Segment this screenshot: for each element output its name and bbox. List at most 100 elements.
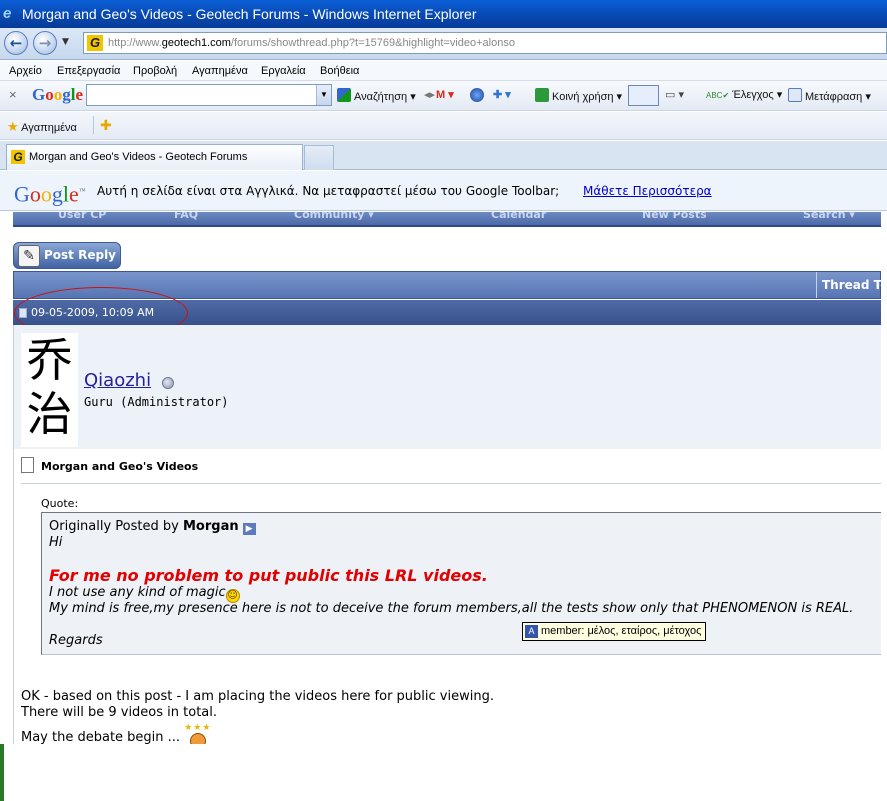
tooltip-translate-icon: A	[525, 625, 538, 638]
spellcheck-label: Έλεγχος	[732, 89, 774, 101]
window-options-icon[interactable]: ▭ ▾	[665, 88, 684, 101]
quote-mind: My mind is free,my presence here is not …	[49, 601, 854, 616]
quote-highlight: For me no problem to put public this LRL…	[49, 566, 488, 585]
ie-logo-icon: e	[3, 5, 12, 22]
site-favicon-icon: G	[87, 35, 103, 51]
nav-new-posts[interactable]: New Posts	[642, 212, 707, 220]
url-prefix: http://www.	[108, 37, 162, 49]
page-content: User CP FAQ Community ▾ Calendar New Pos…	[0, 212, 881, 744]
url-path: /forums/showthread.php?t=15769&highlight…	[230, 37, 515, 49]
page-options-icon[interactable]	[628, 85, 659, 106]
close-toolbar-icon[interactable]: ×	[9, 87, 17, 102]
online-status-icon	[162, 377, 174, 389]
translate-message: Αυτή η σελίδα είναι στα Αγγλικά. Να μετα…	[97, 184, 560, 198]
post-reply-label: Post Reply	[44, 248, 116, 262]
nav-user-cp[interactable]: User CP	[58, 212, 106, 220]
tab-current[interactable]: G Morgan and Geo's Videos - Geotech Foru…	[6, 144, 303, 170]
menu-favorites[interactable]: Αγαπημένα	[192, 61, 248, 81]
address-bar: ← → ▼ G http://www.geotech1.com/forums/s…	[0, 28, 887, 60]
spellcheck-button[interactable]: ABC✔ Έλεγχος ▾	[706, 88, 782, 101]
search-label: Αναζήτηση	[354, 91, 408, 103]
search-dropdown-icon[interactable]: ▼	[316, 85, 331, 105]
favorites-bar: ★ Αγαπημένα ✚	[0, 112, 887, 140]
url-domain: geotech1.com	[161, 37, 231, 49]
nav-search[interactable]: Search ▾	[803, 212, 855, 220]
favorites-button[interactable]: ★ Αγαπημένα	[7, 119, 77, 135]
menu-view[interactable]: Προβολή	[133, 61, 177, 81]
learn-more-link[interactable]: Μάθετε Περισσότερα	[583, 171, 712, 211]
google-logo[interactable]: Google	[32, 85, 83, 105]
translate-tooltip: A member: μέλος, εταίρος, μέτοχος	[522, 622, 707, 641]
page-right-edge	[881, 212, 887, 744]
post-text-line-3: May the debate begin ... ★★★	[21, 723, 212, 744]
quote-regards: Regards	[49, 633, 103, 648]
forward-icon[interactable]: →	[33, 31, 57, 55]
window-title: Morgan and Geo's Videos - Geotech Forums…	[22, 6, 477, 22]
pen-icon: ✎	[18, 245, 40, 267]
menu-help[interactable]: Βοήθεια	[320, 61, 359, 81]
gmail-icon[interactable]: M ▾	[436, 88, 454, 101]
favorites-label: Αγαπημένα	[21, 122, 77, 134]
dizzy-smiley-icon: ★★★	[184, 723, 212, 744]
translate-button[interactable]: Μετάφραση ▾	[788, 88, 871, 103]
thread-tools-menu[interactable]: Thread Tools	[816, 272, 881, 298]
url-input[interactable]: G http://www.geotech1.com/forums/showthr…	[83, 32, 887, 54]
post-document-icon	[21, 457, 34, 473]
google-search-icon	[337, 88, 351, 102]
nav-divider	[13, 225, 881, 227]
quote-box: Originally Posted by Morgan ▶ Hi For me n…	[41, 512, 881, 655]
google-search-button[interactable]: Αναζήτηση ▾	[337, 88, 416, 103]
avatar-char-1: 乔	[26, 333, 73, 387]
post-text-line-2: There will be 9 videos in total.	[21, 705, 218, 720]
user-rank: Guru (Administrator)	[84, 395, 229, 409]
post-title-text: Morgan and Geo's Videos	[41, 460, 199, 473]
menu-file[interactable]: Αρχείο	[9, 61, 42, 81]
translate-google-logo: Google™	[14, 181, 86, 207]
tooltip-text: member: μέλος, εταίρος, μέτοχος	[541, 625, 702, 637]
nav-faq[interactable]: FAQ	[174, 212, 198, 220]
new-tab-button[interactable]	[304, 145, 334, 170]
spellcheck-icon: ABC✔	[706, 91, 730, 100]
username-link[interactable]: Qiaozhi	[84, 370, 151, 391]
star-icon: ★	[7, 119, 19, 134]
post-text-line-1: OK - based on this post - I am placing t…	[21, 689, 494, 704]
nav-community[interactable]: Community ▾	[294, 212, 374, 220]
post-reply-button[interactable]: ✎ Post Reply	[13, 242, 121, 269]
favorites-divider	[93, 116, 94, 134]
post-title: Morgan and Geo's Videos	[21, 457, 199, 473]
history-dropdown-icon[interactable]: ▼	[62, 37, 69, 47]
tab-favicon-icon: G	[11, 150, 25, 164]
translate-bar: Google™ Αυτή η σελίδα είναι στα Αγγλικά.…	[0, 171, 887, 211]
quote-label: Quote:	[41, 497, 79, 510]
toolbar-separator-icon: ◂▸	[424, 89, 436, 101]
window-title-bar: e Morgan and Geo's Videos - Geotech Foru…	[0, 0, 887, 28]
originally-posted-by: Originally Posted by	[49, 519, 179, 534]
share-button[interactable]: Κοινή χρήση ▾	[535, 88, 622, 103]
add-favorite-icon[interactable]: ✚	[100, 117, 112, 134]
tab-title: Morgan and Geo's Videos - Geotech Forums	[29, 151, 248, 163]
menu-edit[interactable]: Επεξεργασία	[57, 61, 120, 81]
avatar-char-2: 治	[26, 387, 73, 441]
share-icon	[535, 88, 549, 102]
forum-nav-bar: User CP FAQ Community ▾ Calendar New Pos…	[13, 212, 881, 225]
user-info-pane: 乔 治 Qiaozhi Guru (Administrator)	[14, 325, 881, 449]
menu-tools[interactable]: Εργαλεία	[261, 61, 306, 81]
back-icon[interactable]: ←	[4, 31, 28, 55]
menu-bar: Αρχείο Επεξεργασία Προβολή Αγαπημένα Εργ…	[0, 61, 887, 81]
title-divider	[21, 483, 881, 484]
google-search-input[interactable]: ▼	[86, 84, 332, 106]
google-toolbar: × Google ▼ Αναζήτηση ▾ ◂▸ M ▾ ✚ ▾ Κοινή …	[0, 81, 887, 111]
quote-attribution: Originally Posted by Morgan ▶	[49, 519, 256, 535]
post-text-debate: May the debate begin ...	[21, 730, 181, 744]
add-button-icon[interactable]: ✚ ▾	[493, 88, 511, 101]
translate-icon	[788, 88, 802, 102]
post-body: 乔 治 Qiaozhi Guru (Administrator) Morgan …	[13, 325, 881, 744]
quote-magic-text: I not use any kind of magic	[49, 585, 226, 600]
quote-author: Morgan	[182, 519, 239, 534]
view-post-icon[interactable]: ▶	[242, 523, 256, 535]
taskbar-edge	[0, 744, 4, 801]
share-label: Κοινή χρήση	[552, 91, 614, 103]
globe-icon[interactable]	[470, 88, 487, 103]
avatar[interactable]: 乔 治	[21, 333, 78, 447]
nav-calendar[interactable]: Calendar	[491, 212, 546, 220]
